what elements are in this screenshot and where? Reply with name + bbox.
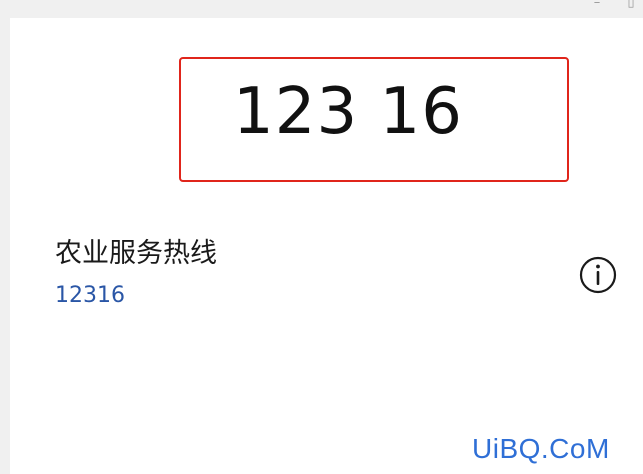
contact-suggestion-row[interactable]: 农业服务热线 12316 <box>55 236 615 316</box>
watermark-text: UiBQ.CoM <box>472 433 610 464</box>
maximize-button[interactable]: ▯ <box>625 0 637 9</box>
contact-number: 12316 <box>55 283 125 308</box>
window-left-strip <box>0 0 10 474</box>
contact-name: 农业服务热线 <box>55 238 217 269</box>
dial-number-display: 123 16 <box>233 75 463 149</box>
info-circle-icon <box>579 256 617 294</box>
window-top-strip <box>0 0 643 18</box>
window-controls: – ▯ <box>591 0 637 9</box>
info-button[interactable] <box>578 255 618 295</box>
minimize-button[interactable]: – <box>591 0 603 9</box>
